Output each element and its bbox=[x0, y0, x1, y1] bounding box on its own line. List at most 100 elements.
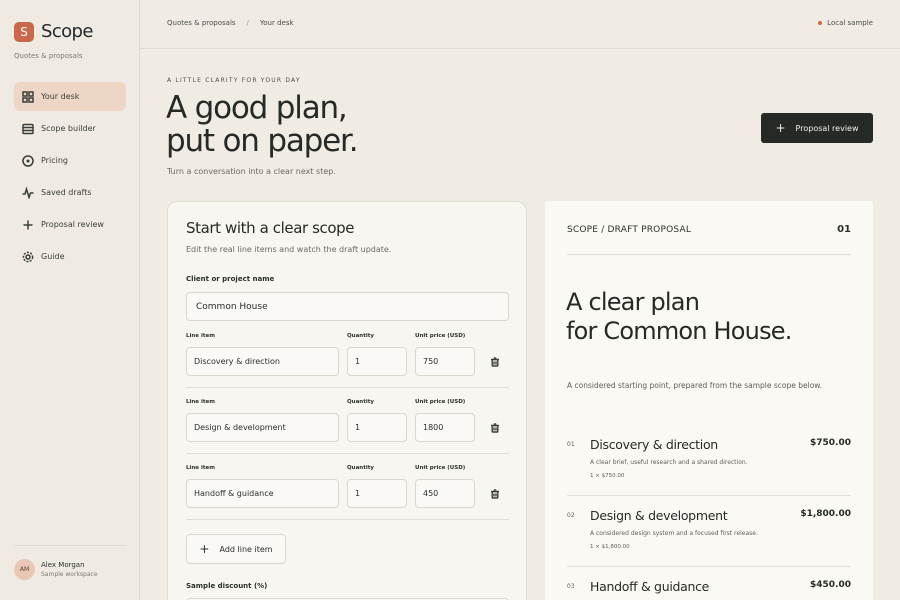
user-name: Alex Morgan bbox=[41, 561, 85, 569]
sidebar-item-scope-builder[interactable]: Scope builder bbox=[14, 114, 126, 143]
client-name-label: Client or project name bbox=[186, 275, 275, 283]
preview-item-divider bbox=[567, 566, 851, 567]
sidebar-item-pricing[interactable]: Pricing bbox=[14, 146, 126, 175]
preview-header: SCOPE / DRAFT PROPOSAL bbox=[567, 225, 692, 235]
preview-item-index: 01 bbox=[567, 441, 575, 448]
pulse-icon bbox=[22, 186, 34, 199]
form-subtitle: Edit the real line items and watch the d… bbox=[186, 245, 392, 254]
row-divider bbox=[186, 453, 509, 454]
sidebar-item-label: Scope builder bbox=[41, 124, 96, 133]
proposal-review-button-label: Proposal review bbox=[795, 123, 859, 133]
page-title-line-1: A good plan, bbox=[166, 90, 348, 126]
quantity-input[interactable]: 1 bbox=[347, 413, 407, 442]
quantity-input[interactable]: 1 bbox=[347, 347, 407, 376]
line-item-input[interactable]: Design & development bbox=[186, 413, 339, 442]
sidebar-item-label: Saved drafts bbox=[41, 188, 92, 197]
preview-title-line-1: A clear plan bbox=[566, 288, 700, 316]
quantity-input[interactable]: 1 bbox=[347, 479, 407, 508]
preview-item-index: 02 bbox=[567, 512, 575, 519]
quantity-label: Quantity bbox=[347, 399, 374, 405]
sidebar-item-proposal-review[interactable]: Proposal review bbox=[14, 210, 126, 239]
sidebar: S Scope Quotes & proposals Your desk Sco… bbox=[0, 0, 140, 600]
line-item-label: Line item bbox=[186, 333, 215, 339]
avatar: AM bbox=[14, 559, 35, 580]
list-icon bbox=[22, 123, 34, 135]
add-line-item-label: Add line item bbox=[219, 544, 273, 554]
unit-price-input[interactable]: 450 bbox=[415, 479, 475, 508]
preview-title-line-2: for Common House. bbox=[566, 317, 792, 345]
proposal-review-button[interactable]: + Proposal review bbox=[761, 113, 873, 143]
status-text: Local sample bbox=[827, 19, 873, 27]
row-divider bbox=[186, 387, 509, 388]
user-workspace: Sample workspace bbox=[41, 571, 98, 578]
unit-price-input[interactable]: 750 bbox=[415, 347, 475, 376]
sidebar-item-label: Pricing bbox=[41, 156, 68, 165]
preview-item-name: Discovery & direction bbox=[590, 437, 718, 452]
unit-price-input[interactable]: 1800 bbox=[415, 413, 475, 442]
page-title: A good plan, put on paper. bbox=[166, 90, 359, 159]
unit-price-label: Unit price (USD) bbox=[415, 465, 466, 471]
clock-icon bbox=[22, 154, 34, 167]
plus-icon: + bbox=[199, 542, 210, 556]
add-line-item-button[interactable]: + Add line item bbox=[186, 534, 286, 564]
breadcrumb-separator: / bbox=[246, 19, 249, 27]
sidebar-item-saved-drafts[interactable]: Saved drafts bbox=[14, 178, 126, 207]
line-item-label: Line item bbox=[186, 465, 215, 471]
form-title: Start with a clear scope bbox=[186, 219, 355, 237]
brand-logo: S bbox=[14, 21, 34, 42]
breadcrumb-item-quotes[interactable]: Quotes & proposals bbox=[167, 19, 236, 27]
preview-item-note: A considered design system and a focused… bbox=[590, 530, 758, 537]
preview-item-calc: 1 × $1,800.00 bbox=[590, 544, 630, 550]
unit-price-label: Unit price (USD) bbox=[415, 333, 466, 339]
user-profile[interactable]: AM Alex Morgan Sample workspace bbox=[14, 545, 126, 580]
client-name-input[interactable]: Common House bbox=[186, 292, 509, 321]
breadcrumb-item-current: Your desk bbox=[259, 19, 294, 27]
sidebar-nav: Your desk Scope builder Pricing Saved dr… bbox=[14, 82, 126, 274]
preview-item-name: Design & development bbox=[590, 508, 728, 523]
preview-item-calc: 1 × $750.00 bbox=[590, 473, 625, 479]
line-item-input[interactable]: Handoff & guidance bbox=[186, 479, 339, 508]
sidebar-item-label: Guide bbox=[41, 252, 65, 261]
trash-icon[interactable] bbox=[490, 352, 500, 367]
plus-icon bbox=[22, 219, 34, 231]
preview-divider bbox=[567, 254, 851, 255]
brand[interactable]: S Scope bbox=[14, 21, 93, 42]
plus-icon: + bbox=[775, 121, 786, 135]
preview-item-divider bbox=[567, 495, 851, 496]
preview-item-note: A clear brief, useful research and a sha… bbox=[590, 459, 748, 466]
preview-description: A considered starting point, prepared fr… bbox=[567, 381, 823, 390]
topbar: Quotes & proposals / Your desk Local sam… bbox=[140, 0, 900, 49]
preview-item-index: 03 bbox=[567, 583, 575, 590]
page-subtitle: Turn a conversation into a clear next st… bbox=[167, 167, 336, 176]
quantity-label: Quantity bbox=[347, 333, 374, 339]
brand-subtitle: Quotes & proposals bbox=[14, 52, 83, 60]
gear-icon bbox=[22, 251, 34, 263]
sidebar-item-your-desk[interactable]: Your desk bbox=[14, 82, 126, 111]
proposal-preview: SCOPE / DRAFT PROPOSAL 01 A clear plan f… bbox=[545, 201, 873, 600]
sidebar-item-guide[interactable]: Guide bbox=[14, 242, 126, 271]
status-dot-icon bbox=[818, 21, 823, 25]
row-divider bbox=[186, 519, 509, 520]
scope-form-card: Start with a clear scope Edit the real l… bbox=[167, 201, 527, 600]
status-indicator: Local sample bbox=[818, 19, 873, 27]
preview-title: A clear plan for Common House. bbox=[566, 288, 792, 346]
preview-number: 01 bbox=[837, 224, 851, 235]
hero-eyebrow: A LITTLE CLARITY FOR YOUR DAY bbox=[167, 77, 301, 84]
sidebar-item-label: Your desk bbox=[41, 92, 80, 101]
unit-price-label: Unit price (USD) bbox=[415, 399, 466, 405]
line-item-label: Line item bbox=[186, 399, 215, 405]
breadcrumb: Quotes & proposals / Your desk bbox=[167, 19, 294, 27]
preview-item-name: Handoff & guidance bbox=[590, 579, 710, 594]
page-title-line-2: put on paper. bbox=[166, 123, 359, 159]
grid-icon bbox=[22, 90, 34, 103]
trash-icon[interactable] bbox=[490, 418, 500, 433]
quantity-label: Quantity bbox=[347, 465, 374, 471]
trash-icon[interactable] bbox=[490, 484, 500, 499]
brand-name: Scope bbox=[41, 21, 93, 42]
preview-item-price: $1,800.00 bbox=[800, 509, 851, 519]
line-item-input[interactable]: Discovery & direction bbox=[186, 347, 339, 376]
preview-item-price: $750.00 bbox=[810, 438, 851, 448]
discount-label: Sample discount (%) bbox=[186, 582, 268, 590]
preview-item-price: $450.00 bbox=[810, 580, 851, 590]
sidebar-item-label: Proposal review bbox=[41, 220, 104, 229]
